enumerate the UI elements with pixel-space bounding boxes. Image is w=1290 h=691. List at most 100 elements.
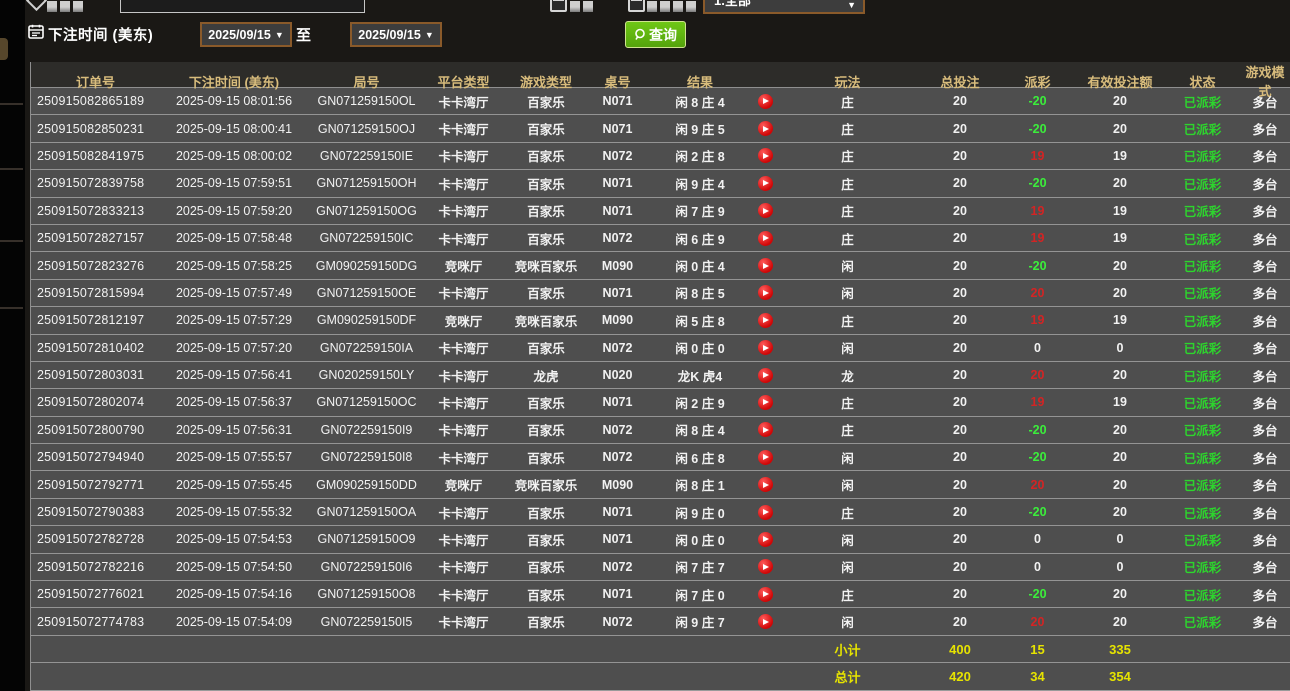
- date-to-select[interactable]: 2025/09/15 ▼: [350, 22, 442, 47]
- table-row: 250915072823276 2025-09-15 07:58:25 GM0902…: [31, 252, 1290, 280]
- cell-bet-time: 2025-09-15 07:54:16: [175, 587, 293, 602]
- play-icon[interactable]: [757, 230, 773, 246]
- cell-status: 已派彩: [1183, 287, 1222, 302]
- header-cell: 平台类型: [437, 74, 490, 90]
- cell-replay: [755, 367, 775, 383]
- cell-payout: 19: [1030, 148, 1045, 163]
- cell-platform: 竞咪厅: [444, 479, 483, 494]
- cell-result: 闲 2 庄 8: [675, 150, 725, 165]
- table-row: 250915072803031 2025-09-15 07:56:41 GN0202…: [31, 362, 1290, 390]
- cell-payout: -20: [1028, 587, 1047, 602]
- table-header: 订单号 下注时间 (美东) 局号 平台类型 游戏类型 桌号 结果 玩法 总投注 派彩 有效投注额 状态…: [31, 62, 1290, 99]
- cell-table-no: N072: [602, 340, 633, 355]
- cell-platform: 卡卡湾厅: [438, 287, 489, 302]
- play-icon[interactable]: [757, 93, 773, 109]
- cell-table-no: N071: [602, 532, 633, 547]
- platform-type-select[interactable]: 1.全部 ▼: [703, 0, 865, 14]
- cell-replay: [755, 394, 775, 410]
- play-icon[interactable]: [757, 477, 773, 493]
- cell-play-type: 闲: [841, 451, 854, 466]
- cell-total-bet: 20: [953, 422, 967, 437]
- cell-play-type: 龙: [841, 369, 854, 384]
- cell-valid-bet: 19: [1113, 313, 1127, 328]
- search-icon: [634, 28, 647, 41]
- cell-table-no: N072: [602, 614, 633, 629]
- date-to-value: 2025/09/15: [358, 27, 421, 42]
- cell-total-bet: 20: [953, 258, 967, 273]
- cell-total-bet: 20: [953, 450, 967, 465]
- header-cell: 游戏类型: [519, 74, 572, 90]
- query-button[interactable]: 查询: [625, 21, 686, 48]
- cell-result: 闲 0 庄 0: [675, 342, 725, 357]
- play-icon[interactable]: [757, 531, 773, 547]
- cell-total-bet: 20: [953, 395, 967, 410]
- cell-total-bet: 20: [953, 614, 967, 629]
- cell-platform: 竞咪厅: [444, 260, 483, 275]
- cell-result: 闲 9 庄 5: [675, 123, 725, 138]
- play-icon[interactable]: [757, 175, 773, 191]
- cell-game-mode: 多台: [1252, 506, 1278, 521]
- cell-order-no: 250915072833213: [37, 203, 145, 218]
- cell-play-type: 庄: [841, 123, 854, 138]
- cell-payout: -20: [1028, 422, 1047, 437]
- cell-payout: -20: [1028, 505, 1047, 520]
- cell-table-no: N072: [602, 231, 633, 246]
- play-icon[interactable]: [757, 586, 773, 602]
- play-icon[interactable]: [757, 312, 773, 328]
- cell-game-mode: 多台: [1252, 533, 1278, 548]
- cell-game-type: 百家乐: [527, 396, 565, 411]
- table-row: 250915072794940 2025-09-15 07:55:57 GN0722…: [31, 444, 1290, 472]
- cell-table-no: N071: [602, 505, 633, 520]
- cell-play-type: 闲: [841, 260, 854, 275]
- table-row: 250915072774783 2025-09-15 07:54:09 GN0722…: [31, 608, 1290, 636]
- cell-platform: 卡卡湾厅: [438, 424, 489, 439]
- cell-total-bet: 20: [953, 559, 967, 574]
- records-table-body: 250915082865189 2025-09-15 08:01:56 GN0712…: [31, 88, 1290, 691]
- play-icon[interactable]: [757, 121, 773, 137]
- cell-game-mode: 多台: [1252, 561, 1278, 576]
- cell-play-type: 闲: [841, 479, 854, 494]
- play-icon[interactable]: [757, 504, 773, 520]
- filter-input-1[interactable]: [120, 0, 365, 13]
- cell-round-no: GN071259150OE: [316, 285, 417, 300]
- cell-play-type: 闲: [841, 616, 854, 631]
- cell-play-type: 庄: [841, 588, 854, 603]
- cell-payout: -20: [1028, 176, 1047, 191]
- play-icon[interactable]: [757, 367, 773, 383]
- cell-game-mode: 多台: [1252, 177, 1278, 192]
- cell-replay: [755, 148, 775, 164]
- play-icon[interactable]: [757, 614, 773, 630]
- cell-play-type: 庄: [841, 177, 854, 192]
- cell-valid-bet: 20: [1113, 477, 1127, 492]
- cell-game-type: 竞咪百家乐: [514, 479, 578, 494]
- cell-table-no: N072: [602, 450, 633, 465]
- cell-game-type: 百家乐: [527, 287, 565, 302]
- header-cell: 结果: [686, 74, 713, 90]
- cell-result: 闲 9 庄 0: [675, 506, 725, 521]
- cell-platform: 卡卡湾厅: [438, 95, 489, 110]
- play-icon[interactable]: [757, 258, 773, 274]
- cell-result: 闲 8 庄 1: [675, 479, 725, 494]
- play-icon[interactable]: [757, 285, 773, 301]
- cell-order-no: 250915072815994: [37, 285, 145, 300]
- cell-order-no: 250915072810402: [37, 340, 145, 355]
- cell-payout: 19: [1030, 203, 1045, 218]
- play-icon[interactable]: [757, 148, 773, 164]
- play-icon[interactable]: [757, 449, 773, 465]
- date-from-select[interactable]: 2025/09/15 ▼: [200, 22, 292, 47]
- table-row: 250915072782216 2025-09-15 07:54:50 GN0722…: [31, 554, 1290, 582]
- table-row: 250915072827157 2025-09-15 07:58:48 GN0722…: [31, 225, 1290, 253]
- cell-total-bet: 20: [953, 340, 967, 355]
- play-icon[interactable]: [757, 422, 773, 438]
- cell-table-no: N071: [602, 94, 633, 109]
- cell-bet-time: 2025-09-15 07:58:48: [175, 231, 293, 246]
- cell-play-type: 庄: [841, 506, 854, 521]
- play-icon[interactable]: [757, 203, 773, 219]
- play-icon[interactable]: [757, 559, 773, 575]
- cell-game-type: 百家乐: [527, 205, 565, 220]
- cell-order-no: 250915072803031: [37, 368, 145, 383]
- play-icon[interactable]: [757, 340, 773, 356]
- play-icon[interactable]: [757, 394, 773, 410]
- cell-valid-bet: 20: [1113, 614, 1127, 629]
- cell-platform: 卡卡湾厅: [438, 150, 489, 165]
